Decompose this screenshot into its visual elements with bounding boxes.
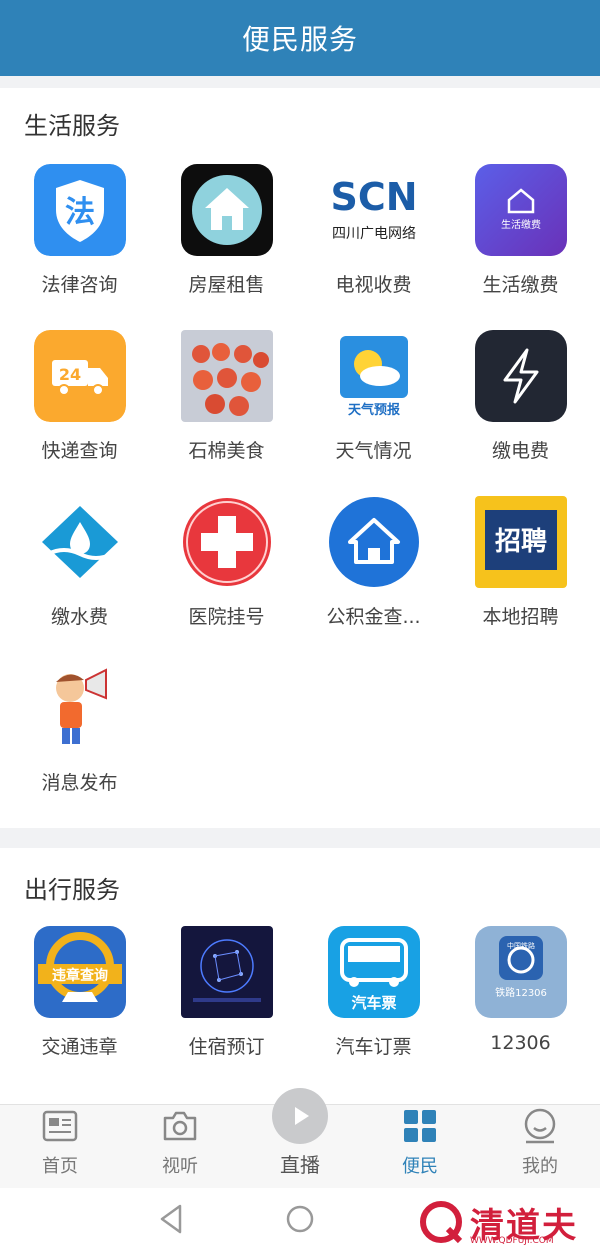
tab-home[interactable]: 首页: [0, 1105, 120, 1188]
home-circle-icon[interactable]: [284, 1202, 316, 1236]
service-label: 缴电费: [491, 440, 549, 462]
delivery-truck-icon: 24: [33, 330, 126, 422]
service-label: 汽车订票: [335, 1036, 412, 1058]
user-icon: [524, 1108, 556, 1144]
tab-label: 视听: [162, 1156, 198, 1177]
traffic-violation-icon: 违章查询: [33, 926, 126, 1018]
watermark-subtext: WWW.QDFUJI.COM: [470, 1236, 554, 1246]
svg-text:SCN: SCN: [330, 175, 417, 219]
law-shield-icon: 法: [33, 164, 126, 256]
section-title-life: 生活服务: [24, 112, 120, 140]
service-tile-tv[interactable]: SCN 四川广电网络 电视收费: [300, 164, 447, 330]
service-label: 电视收费: [335, 274, 412, 296]
service-label: 房屋租售: [188, 274, 265, 296]
grid-icon: [404, 1110, 436, 1142]
service-tile-law[interactable]: 法 法律咨询: [6, 164, 153, 330]
service-label: 消息发布: [41, 772, 118, 794]
service-label: 住宿预订: [188, 1036, 265, 1058]
life-services-section: 生活服务 法 法律咨询 房屋租售 SCN 四川广电网络 电视收费 生活缴费 生活…: [0, 88, 600, 828]
camera-icon: [163, 1111, 197, 1141]
watermark: 清道夫 WWW.QDFUJI.COM: [418, 1196, 594, 1248]
service-tile-traffic[interactable]: 违章查询 交通违章: [6, 926, 153, 1092]
service-tile-electricity[interactable]: 缴电费: [447, 330, 594, 496]
play-icon: [295, 1107, 309, 1125]
house-icon: [180, 164, 273, 256]
service-tile-bus[interactable]: 汽车票 汽车订票: [300, 926, 447, 1092]
travel-services-grid: 违章查询 交通违章 住宿预订 汽车票 汽车订票 中国铁路 铁路12306 123…: [0, 926, 594, 1092]
service-label: 交通违章: [41, 1036, 118, 1058]
svg-text:铁路12306: 铁路12306: [495, 986, 547, 999]
service-label: 石棉美食: [188, 440, 265, 462]
app-header: 便民服务: [0, 0, 600, 76]
travel-services-section: 出行服务 违章查询 交通违章 住宿预订 汽车票 汽车订票 中国铁路 铁路1230…: [0, 848, 600, 1108]
service-tile-food[interactable]: 石棉美食: [153, 330, 300, 496]
service-tile-weather[interactable]: 天气预报 天气情况: [300, 330, 447, 496]
svg-text:生活缴费: 生活缴费: [501, 218, 541, 231]
service-tile-railway[interactable]: 中国铁路 铁路12306 12306: [447, 926, 594, 1092]
food-photo-icon: [180, 330, 273, 422]
sctv-logo-icon: SCN 四川广电网络: [327, 164, 420, 256]
service-tile-utility[interactable]: 生活缴费 生活缴费: [447, 164, 594, 330]
tab-label: 我的: [522, 1156, 558, 1177]
red-cross-icon: [180, 496, 273, 588]
utility-payment-icon: 生活缴费: [474, 164, 567, 256]
service-tile-water[interactable]: 缴水费: [6, 496, 153, 662]
lightning-icon: [474, 330, 567, 422]
weather-forecast-icon: 天气预报: [327, 330, 420, 422]
service-tile-jobs[interactable]: 招聘 本地招聘: [447, 496, 594, 662]
svg-text:法: 法: [65, 195, 95, 230]
tab-media[interactable]: 视听: [120, 1105, 240, 1188]
service-tile-hospital[interactable]: 医院挂号: [153, 496, 300, 662]
service-label: 生活缴费: [482, 274, 559, 296]
service-label: 缴水费: [50, 606, 108, 628]
hotel-booking-icon: [180, 926, 273, 1018]
section-title-travel: 出行服务: [24, 876, 120, 904]
service-label: 天气情况: [335, 440, 412, 462]
bus-ticket-icon: 汽车票: [327, 926, 420, 1018]
railway-12306-icon: 中国铁路 铁路12306: [474, 926, 567, 1018]
service-tile-post-message[interactable]: 消息发布: [6, 662, 153, 828]
watermark-logo-icon: [420, 1201, 463, 1244]
tab-mine[interactable]: 我的: [480, 1105, 600, 1188]
svg-text:中国铁路: 中国铁路: [507, 941, 535, 950]
tab-label: 直播: [280, 1153, 320, 1177]
page-title: 便民服务: [241, 23, 358, 56]
water-drop-icon: [33, 496, 126, 588]
megaphone-boy-icon: [33, 662, 126, 754]
svg-text:四川广电网络: 四川广电网络: [332, 226, 416, 242]
service-tile-express[interactable]: 24 快递查询: [6, 330, 153, 496]
recruitment-icon: 招聘: [474, 496, 567, 588]
service-label: 公积金查...: [326, 606, 421, 628]
tab-label: 首页: [42, 1156, 78, 1177]
tab-services[interactable]: 便民: [360, 1105, 480, 1188]
tab-label: 便民: [402, 1156, 438, 1177]
svg-text:天气预报: 天气预报: [347, 402, 400, 418]
service-label: 法律咨询: [41, 274, 118, 296]
service-tile-hotel[interactable]: 住宿预订: [153, 926, 300, 1092]
service-tile-housing-fund[interactable]: 公积金查...: [300, 496, 447, 662]
svg-text:招聘: 招聘: [494, 527, 546, 557]
live-play-button[interactable]: [272, 1088, 328, 1144]
news-icon: [42, 1110, 78, 1142]
svg-text:汽车票: 汽车票: [351, 994, 396, 1012]
service-tile-housing[interactable]: 房屋租售: [153, 164, 300, 330]
svg-text:违章查询: 违章查询: [52, 967, 108, 984]
back-icon[interactable]: [156, 1202, 188, 1236]
service-label: 12306: [490, 1032, 551, 1054]
service-label: 快递查询: [41, 440, 118, 462]
service-label: 本地招聘: [482, 606, 559, 628]
service-label: 医院挂号: [188, 606, 265, 628]
life-services-grid: 法 法律咨询 房屋租售 SCN 四川广电网络 电视收费 生活缴费 生活缴费 24…: [0, 164, 594, 828]
home-fund-icon: [327, 496, 420, 588]
svg-text:24: 24: [58, 365, 80, 384]
